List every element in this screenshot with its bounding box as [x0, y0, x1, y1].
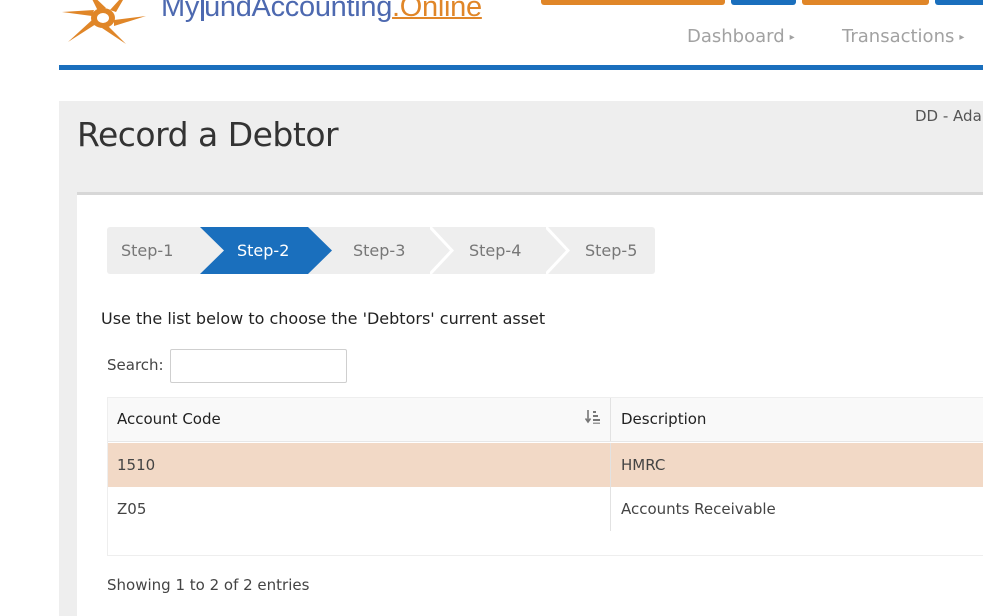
table-header-row — [108, 398, 983, 442]
top-blue-button-1[interactable] — [731, 0, 796, 5]
step-3[interactable]: Step-3 — [353, 227, 405, 274]
brand-name[interactable]: My undAccounting.Online — [161, 0, 482, 24]
header-column-divider — [610, 398, 611, 441]
nav-transactions-label: Transactions — [842, 26, 955, 47]
nav-dashboard[interactable]: Dashboard ▸ — [687, 26, 795, 47]
column-header-account-code[interactable]: Account Code — [117, 398, 221, 441]
caret-right-icon: ▸ — [959, 32, 965, 43]
instruction-text: Use the list below to choose the 'Debtor… — [101, 309, 546, 328]
step-separator — [430, 227, 454, 274]
caret-right-icon: ▸ — [789, 32, 795, 43]
column-header-description[interactable]: Description — [621, 398, 706, 441]
search-input[interactable] — [170, 349, 347, 383]
cell-account-code: Z05 — [117, 500, 147, 518]
cell-description: Accounts Receivable — [621, 500, 776, 518]
cell-account-code: 1510 — [117, 456, 156, 474]
page-title: Record a Debtor — [77, 115, 339, 154]
step-4[interactable]: Step-4 — [469, 227, 521, 274]
cell-description: HMRC — [621, 456, 666, 474]
sort-ascending-icon[interactable] — [585, 409, 601, 425]
top-blue-button-2[interactable] — [935, 0, 983, 5]
brand-part-1: My — [161, 0, 200, 23]
brand-part-3: .Online — [392, 0, 482, 23]
top-orange-button-2[interactable] — [802, 0, 929, 5]
table-info: Showing 1 to 2 of 2 entries — [107, 576, 310, 594]
table-row[interactable] — [108, 487, 983, 531]
search-label: Search: — [107, 356, 164, 374]
nav-transactions[interactable]: Transactions ▸ — [842, 26, 964, 47]
user-label: DD - Ada — [915, 107, 982, 125]
row-column-divider — [610, 443, 611, 487]
header-divider — [59, 65, 983, 70]
step-5[interactable]: Step-5 — [585, 227, 637, 274]
table-row[interactable] — [108, 443, 983, 487]
step-1[interactable]: Step-1 — [121, 227, 173, 274]
top-orange-button-1[interactable] — [541, 0, 725, 5]
nav-dashboard-label: Dashboard — [687, 26, 785, 47]
step-2[interactable]: Step-2 — [237, 227, 289, 274]
brand-part-2: undAccounting — [204, 0, 393, 23]
row-column-divider — [610, 487, 611, 531]
step-separator — [546, 227, 570, 274]
logo-icon — [62, 0, 146, 44]
